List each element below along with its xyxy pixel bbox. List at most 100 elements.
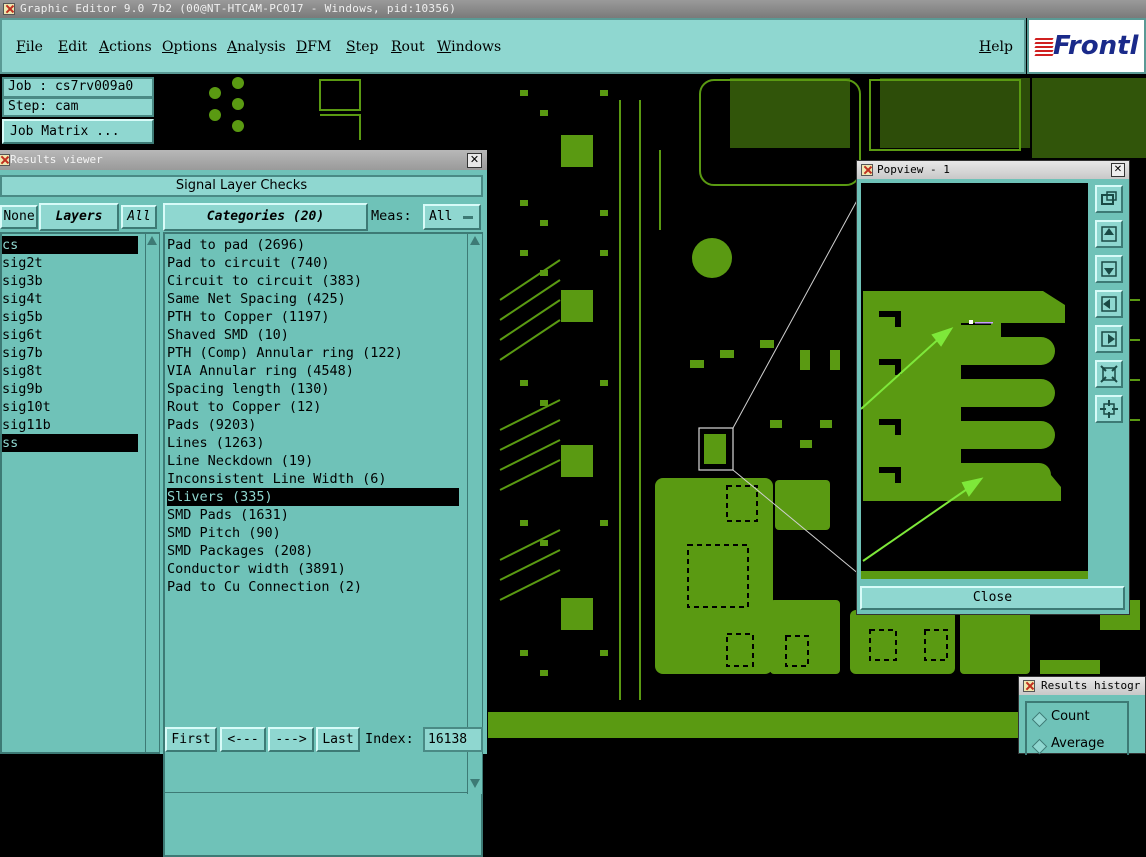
menu-step-label: Step	[346, 39, 379, 55]
menu-dfm[interactable]: DFM	[296, 39, 331, 55]
histogram-title-bar: Results histogr	[1019, 677, 1145, 695]
layer-item[interactable]: sig8t	[2, 362, 138, 380]
zoom-fit-icon[interactable]	[1095, 360, 1123, 388]
category-item[interactable]: Spacing length (130)	[167, 380, 459, 398]
menu-analysis[interactable]: Analysis	[227, 39, 286, 55]
count-radio-icon[interactable]	[1031, 711, 1048, 728]
layers-toggle-button[interactable]: Layers	[39, 203, 119, 231]
frontline-logo: Frontl	[1027, 18, 1146, 74]
category-item[interactable]: Inconsistent Line Width (6)	[167, 470, 459, 488]
layer-item[interactable]: sig9b	[2, 380, 138, 398]
category-item[interactable]: Same Net Spacing (425)	[167, 290, 459, 308]
category-item[interactable]: Slivers (335)	[167, 488, 459, 506]
pan-up-icon[interactable]	[1095, 220, 1123, 248]
menu-help[interactable]: Help	[979, 39, 1013, 55]
category-item[interactable]: Conductor width (3891)	[167, 560, 459, 578]
layer-item[interactable]: cs	[2, 236, 138, 254]
menu-options-label: Options	[162, 39, 218, 55]
last-button[interactable]: Last	[316, 727, 360, 752]
category-item[interactable]: SMD Packages (208)	[167, 542, 459, 560]
menu-dfm-label: DFM	[296, 39, 332, 55]
zoom-home-icon[interactable]	[1095, 395, 1123, 423]
category-item[interactable]: Shaved SMD (10)	[167, 326, 459, 344]
layer-item[interactable]: sig5b	[2, 308, 138, 326]
pan-right-icon[interactable]	[1095, 325, 1123, 353]
category-item[interactable]: Circuit to circuit (383)	[167, 272, 459, 290]
layers-scrollbar[interactable]	[145, 234, 159, 752]
menu-windows[interactable]: Windows	[437, 39, 501, 55]
step-field: Step: cam	[2, 97, 154, 117]
categories-scroll-up-icon[interactable]	[470, 236, 480, 245]
next-button[interactable]: --->	[268, 727, 314, 752]
category-item[interactable]: Pad to circuit (740)	[167, 254, 459, 272]
index-label: Index:	[365, 731, 414, 747]
layer-item[interactable]: sig3b	[2, 272, 138, 290]
scroll-up-icon[interactable]	[147, 236, 157, 245]
pan-down-icon[interactable]	[1095, 255, 1123, 283]
layer-item[interactable]: ss	[2, 434, 138, 452]
menu-step[interactable]: Step	[346, 39, 378, 55]
menu-file[interactable]: File	[16, 39, 43, 55]
category-item[interactable]: SMD Pads (1631)	[167, 506, 459, 524]
average-option[interactable]: Average	[1051, 736, 1104, 751]
category-item[interactable]: Rout to Copper (12)	[167, 398, 459, 416]
category-item[interactable]: Pads (9203)	[167, 416, 459, 434]
window-icon	[3, 3, 15, 15]
results-histogram-window: Results histogr Count Average	[1018, 676, 1146, 755]
menu-file-label: File	[16, 39, 43, 55]
logo-text: Frontl	[1053, 31, 1139, 61]
index-input[interactable]: 16138	[423, 727, 483, 752]
categories-scrollbar[interactable]	[467, 234, 482, 794]
zoom-window-icon[interactable]	[1095, 185, 1123, 213]
layers-all-button[interactable]: All	[121, 205, 157, 229]
category-item[interactable]: Pad to Cu Connection (2)	[167, 578, 459, 596]
layer-item[interactable]: sig4t	[2, 290, 138, 308]
layers-none-button[interactable]: None	[0, 205, 38, 229]
dropdown-indicator-icon	[463, 216, 473, 219]
category-item[interactable]: PTH (Comp) Annular ring (122)	[167, 344, 459, 362]
prev-button[interactable]: <---	[220, 727, 266, 752]
menu-actions[interactable]: Actions	[99, 39, 152, 55]
results-viewer-close-icon[interactable]: ✕	[467, 153, 482, 168]
popview-canvas[interactable]	[861, 183, 1089, 579]
histogram-options: Count Average	[1025, 701, 1129, 755]
menu-help-label: Help	[979, 39, 1013, 55]
meas-select-value: All	[429, 209, 453, 224]
categories-list[interactable]: Pad to pad (2696) Pad to circuit (740) Cir…	[163, 232, 483, 857]
category-item[interactable]: PTH to Copper (1197)	[167, 308, 459, 326]
pan-left-icon[interactable]	[1095, 290, 1123, 318]
results-viewer-icon	[0, 154, 10, 166]
categories-hscrollbar[interactable]	[165, 792, 467, 805]
results-viewer-window: Results viewer ✕ Signal Layer Checks Non…	[0, 150, 487, 857]
category-item[interactable]: VIA Annular ring (4548)	[167, 362, 459, 380]
layers-list[interactable]: cs sig2t sig3b sig4t sig5b sig6t sig7b sig8t sig…	[0, 232, 160, 754]
popview-close-button[interactable]: Close	[860, 586, 1125, 610]
layer-item[interactable]: sig6t	[2, 326, 138, 344]
menu-options[interactable]: Options	[162, 39, 217, 55]
meas-label: Meas:	[371, 208, 412, 224]
layer-item[interactable]: sig10t	[2, 398, 138, 416]
popview-close-icon[interactable]: ✕	[1111, 163, 1125, 177]
categories-scroll-down-icon[interactable]	[470, 779, 480, 788]
average-radio-icon[interactable]	[1031, 738, 1048, 755]
category-item[interactable]: Pad to pad (2696)	[167, 236, 459, 254]
popview-title: Popview - 1	[877, 163, 950, 176]
meas-select[interactable]: All	[423, 204, 481, 230]
categories-toggle-button[interactable]: Categories (20)	[163, 203, 368, 231]
count-option[interactable]: Count	[1051, 709, 1090, 724]
window-title-bar: Graphic Editor 9.0 7b2 (00@NT-HTCAM-PC01…	[0, 0, 1146, 18]
category-item[interactable]: Lines (1263)	[167, 434, 459, 452]
menu-bar: File Edit Actions Options Analysis DFM S…	[0, 18, 1026, 74]
category-item[interactable]: SMD Pitch (90)	[167, 524, 459, 542]
job-matrix-button[interactable]: Job Matrix ...	[2, 119, 154, 144]
layer-item[interactable]: sig7b	[2, 344, 138, 362]
first-button[interactable]: First	[165, 727, 217, 752]
menu-rout[interactable]: Rout	[391, 39, 425, 55]
menu-edit[interactable]: Edit	[58, 39, 87, 55]
popview-window: Popview - 1 ✕ Close	[856, 160, 1130, 615]
layer-item[interactable]: sig2t	[2, 254, 138, 272]
category-item[interactable]: Line Neckdown (19)	[167, 452, 459, 470]
menu-rout-label: Rout	[391, 39, 425, 55]
layer-item[interactable]: sig11b	[2, 416, 138, 434]
histogram-icon	[1023, 680, 1035, 692]
